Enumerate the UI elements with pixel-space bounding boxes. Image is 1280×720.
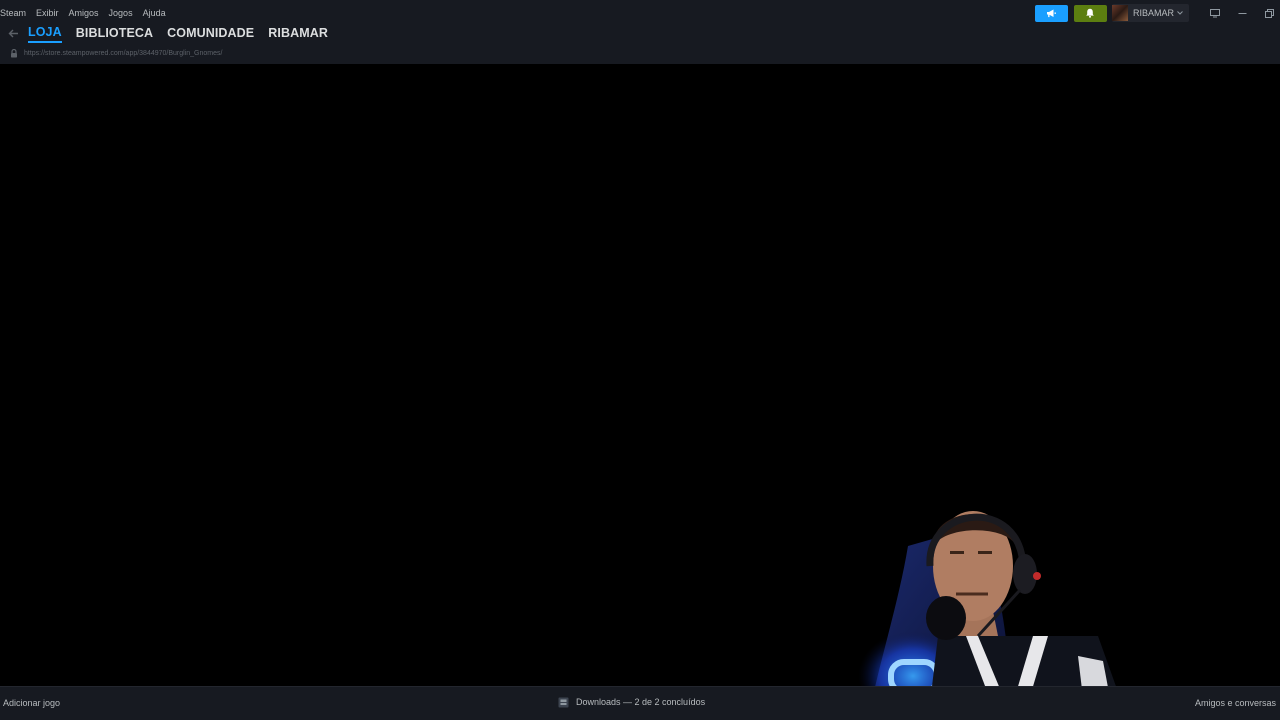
main-nav: LOJA BIBLIOTECA COMUNIDADE RIBAMAR <box>0 22 342 44</box>
maximize-button[interactable] <box>1258 4 1280 22</box>
menu-item-exibir[interactable]: Exibir <box>36 6 59 20</box>
arrow-left-icon <box>8 29 18 37</box>
menu-item-jogos[interactable]: Jogos <box>109 6 133 20</box>
downloads-label: Downloads — 2 de 2 concluídos <box>576 697 706 707</box>
url-text[interactable]: https://store.steampowered.com/app/38449… <box>24 50 222 57</box>
back-button[interactable] <box>2 22 24 44</box>
megaphone-icon <box>1046 9 1056 18</box>
downloads-status-button[interactable]: Downloads — 2 de 2 concluídos <box>557 696 705 708</box>
restore-icon <box>1264 8 1274 18</box>
notifications-button[interactable] <box>1073 4 1107 22</box>
monitor-icon <box>1210 8 1220 17</box>
big-picture-button[interactable] <box>1204 4 1226 22</box>
top-right-controls: RIBAMAR <box>1034 4 1280 22</box>
friends-chat-button[interactable]: Amigos e conversas <box>1195 698 1276 708</box>
tab-ribamar[interactable]: RIBAMAR <box>268 22 328 44</box>
minimize-icon <box>1238 12 1246 14</box>
tab-comunidade[interactable]: COMUNIDADE <box>167 22 254 44</box>
tab-biblioteca[interactable]: BIBLIOTECA <box>76 22 153 44</box>
bell-icon <box>1086 8 1095 18</box>
announcements-button[interactable] <box>1034 4 1068 22</box>
menu-item-amigos[interactable]: Amigos <box>69 6 99 20</box>
menu-item-steam[interactable]: Steam <box>0 6 26 20</box>
chevron-down-icon <box>1177 11 1183 15</box>
steam-client-window: Steam Exibir Amigos Jogos Ajuda RIBAMAR … <box>0 0 1280 720</box>
add-game-button[interactable]: Adicionar jogo <box>3 698 60 708</box>
download-icon <box>557 696 569 708</box>
bottom-bar: Adicionar jogo Downloads — 2 de 2 conclu… <box>0 686 1280 720</box>
top-bar: Steam Exibir Amigos Jogos Ajuda RIBAMAR … <box>0 0 1280 64</box>
user-menu[interactable]: RIBAMAR <box>1111 4 1189 22</box>
username-label: RIBAMAR <box>1132 8 1174 18</box>
webcam-overlay <box>838 486 1128 720</box>
tab-loja[interactable]: LOJA <box>28 23 62 43</box>
menu-item-ajuda[interactable]: Ajuda <box>143 6 166 20</box>
url-bar: https://store.steampowered.com/app/38449… <box>0 46 222 60</box>
lock-icon <box>8 47 20 59</box>
minimize-button[interactable] <box>1231 4 1253 22</box>
avatar <box>1111 5 1128 21</box>
menu-bar: Steam Exibir Amigos Jogos Ajuda <box>0 6 166 20</box>
